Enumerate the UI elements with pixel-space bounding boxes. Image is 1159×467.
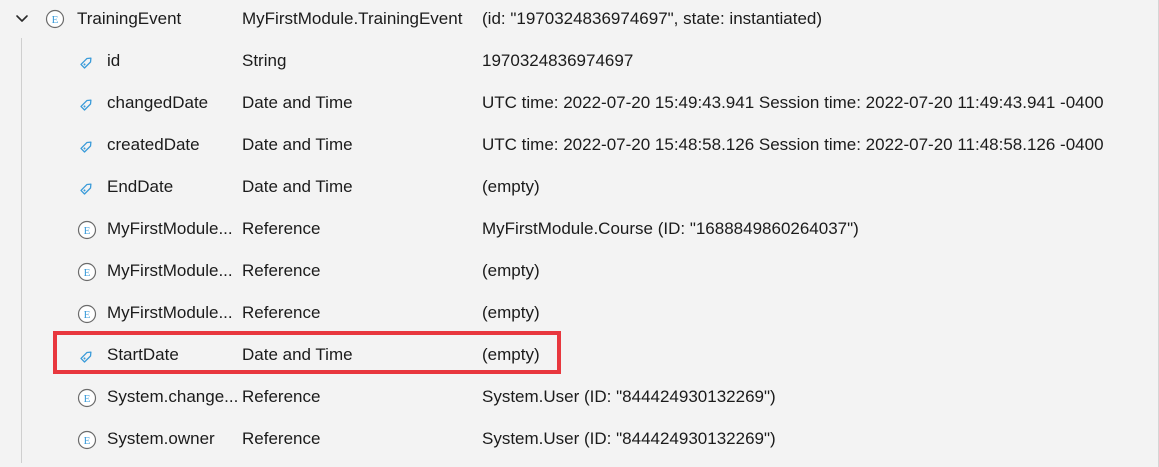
- attribute-icon: [77, 94, 97, 114]
- row-value: (empty): [482, 303, 540, 322]
- tree-row[interactable]: changedDate Date and Time UTC time: 2022-0…: [0, 84, 1159, 126]
- row-type: String: [242, 51, 287, 70]
- row-name: MyFirstModule...: [107, 303, 233, 322]
- row-type: MyFirstModule.TrainingEvent: [242, 9, 463, 28]
- row-type: Date and Time: [242, 93, 353, 112]
- entity-icon: E: [77, 388, 97, 408]
- row-value: MyFirstModule.Course (ID: "1688849860264…: [482, 219, 859, 238]
- tree-row[interactable]: EndDate Date and Time (empty): [0, 168, 1159, 210]
- attribute-icon: [77, 52, 97, 72]
- row-value: UTC time: 2022-07-20 15:49:43.941 Sessio…: [482, 93, 1104, 112]
- entity-icon: E: [77, 262, 97, 282]
- row-name: changedDate: [107, 93, 209, 112]
- row-value: (empty): [482, 261, 540, 280]
- row-name: id: [107, 51, 121, 70]
- svg-text:E: E: [84, 267, 91, 279]
- row-name: createdDate: [107, 135, 200, 154]
- svg-text:E: E: [84, 225, 91, 237]
- attribute-icon: [77, 178, 97, 198]
- row-name: MyFirstModule...: [107, 261, 233, 280]
- tree-row-root[interactable]: E TrainingEvent MyFirstModule.TrainingEv…: [0, 0, 1159, 42]
- svg-text:E: E: [84, 393, 91, 405]
- tree-row[interactable]: E System.change... Reference System.User (I…: [0, 378, 1159, 420]
- entity-icon: E: [45, 9, 65, 29]
- row-name: System.change...: [107, 387, 239, 406]
- tree-row[interactable]: E MyFirstModule... Reference MyFirstModule.…: [0, 210, 1159, 252]
- svg-text:E: E: [84, 309, 91, 321]
- tree-row[interactable]: id String 1970324836974697: [0, 42, 1159, 84]
- row-value: System.User (ID: "844424930132269"): [482, 387, 776, 406]
- row-value: System.User (ID: "844424930132269"): [482, 429, 776, 448]
- row-value: (empty): [482, 345, 540, 364]
- row-name: TrainingEvent: [77, 9, 182, 28]
- tree-row[interactable]: createdDate Date and Time UTC time: 2022-0…: [0, 126, 1159, 168]
- row-value: (empty): [482, 177, 540, 196]
- tree-row[interactable]: E System.owner Reference System.User (ID: "…: [0, 420, 1159, 462]
- entity-icon: E: [77, 304, 97, 324]
- svg-text:E: E: [84, 435, 91, 447]
- row-type: Reference: [242, 303, 321, 322]
- row-type: Date and Time: [242, 345, 353, 364]
- row-name: StartDate: [107, 345, 179, 364]
- row-type: Date and Time: [242, 177, 353, 196]
- variables-tree: E TrainingEvent MyFirstModule.TrainingEv…: [0, 0, 1159, 467]
- row-value: 1970324836974697: [482, 51, 634, 70]
- tree-row[interactable]: StartDate Date and Time (empty): [0, 336, 1159, 378]
- row-name: EndDate: [107, 177, 174, 196]
- chevron-down-icon[interactable]: [12, 9, 32, 29]
- row-type: Reference: [242, 429, 321, 448]
- entity-icon: E: [77, 430, 97, 450]
- row-type: Date and Time: [242, 135, 353, 154]
- row-name: MyFirstModule...: [107, 219, 233, 238]
- attribute-icon: [77, 136, 97, 156]
- row-type: Reference: [242, 261, 321, 280]
- tree-row[interactable]: E MyFirstModule... Reference (empty): [0, 252, 1159, 294]
- row-type: Reference: [242, 219, 321, 238]
- tree-row[interactable]: E MyFirstModule... Reference (empty): [0, 294, 1159, 336]
- row-value: (id: "1970324836974697", state: instanti…: [482, 9, 823, 28]
- row-name: System.owner: [107, 429, 215, 448]
- row-type: Reference: [242, 387, 321, 406]
- row-value: UTC time: 2022-07-20 15:48:58.126 Sessio…: [482, 135, 1104, 154]
- entity-icon: E: [77, 220, 97, 240]
- attribute-icon: [77, 346, 97, 366]
- svg-text:E: E: [52, 14, 59, 26]
